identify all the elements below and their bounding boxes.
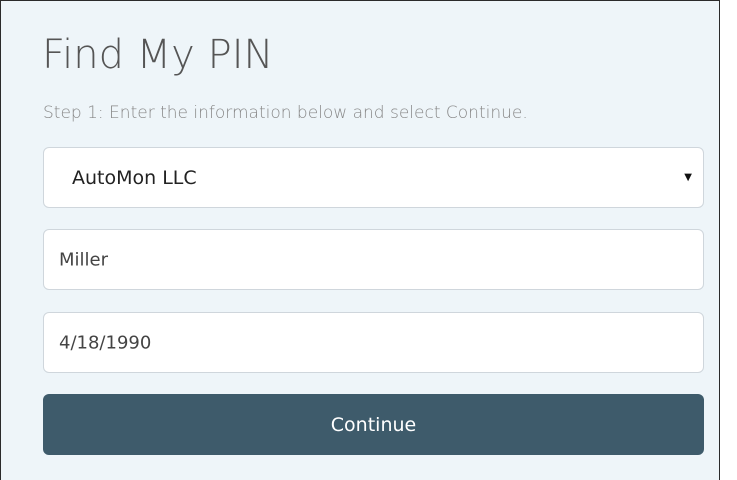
page-title: Find My PIN (42, 32, 274, 78)
continue-button[interactable]: Continue (43, 394, 704, 455)
find-pin-panel: Find My PIN Step 1: Enter the informatio… (0, 0, 720, 480)
step-instructions: Step 1: Enter the information below and … (43, 103, 528, 123)
last-name-input[interactable]: Miller (43, 229, 704, 290)
date-of-birth-value: 4/18/1990 (59, 332, 152, 353)
date-of-birth-input[interactable]: 4/18/1990 (43, 312, 704, 373)
employer-select[interactable]: AutoMon LLC ▼ (43, 147, 704, 208)
employer-select-value: AutoMon LLC (72, 166, 197, 189)
last-name-value: Miller (59, 249, 109, 270)
caret-down-icon: ▼ (684, 171, 692, 183)
